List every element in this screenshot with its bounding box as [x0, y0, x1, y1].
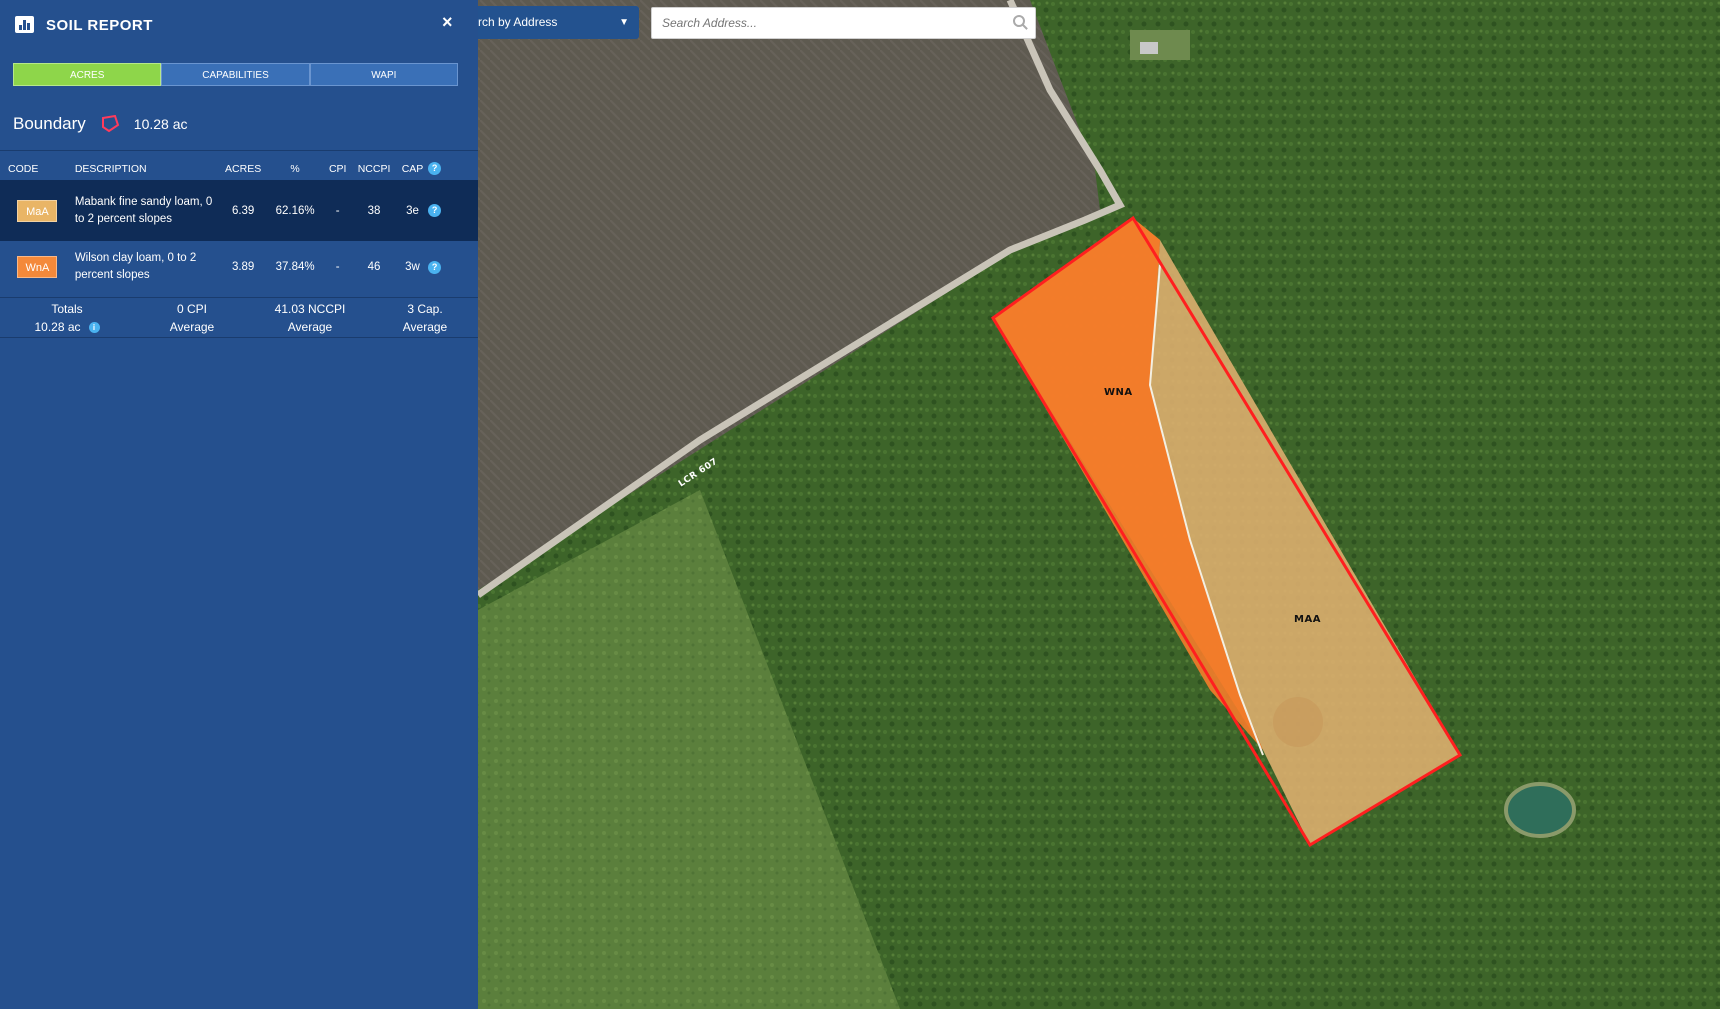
totals-cap: 3 Cap.: [407, 302, 443, 316]
search-icon[interactable]: [1013, 15, 1025, 27]
boundary-label: Boundary: [13, 114, 86, 133]
soil-cap: 3w: [405, 261, 420, 273]
soil-nccpi: 38: [367, 204, 381, 217]
header-cpi: CPI: [328, 162, 347, 175]
divider: [0, 337, 478, 338]
map-label-wna: WNA: [1104, 387, 1133, 398]
totals-nccpi: 41.03 NCCPI: [274, 302, 346, 316]
divider: [0, 150, 478, 151]
totals-cpi-sub: Average: [169, 320, 215, 334]
totals-acres: 10.28 ac: [34, 320, 81, 334]
totals-nccpi-sub: Average: [287, 320, 333, 334]
map-label-maa: MAA: [1294, 614, 1321, 625]
totals-cpi: 0 CPI: [176, 302, 207, 316]
search-input-box[interactable]: [651, 7, 1036, 39]
soil-code-badge: MaA: [17, 199, 58, 222]
soil-report-panel: SOIL REPORT × ACRES CAPABILITIES WAPI Bo…: [0, 0, 478, 1009]
help-icon[interactable]: ?: [428, 260, 442, 274]
bar-chart-icon: [15, 16, 34, 33]
tab-acres[interactable]: ACRES: [13, 63, 162, 86]
soil-percent: 62.16%: [275, 204, 315, 217]
totals-acres-cell: 10.28 ac i: [0, 318, 134, 336]
boundary-area: 10.28 ac: [133, 116, 188, 132]
tab-wapi[interactable]: WAPI: [309, 63, 458, 86]
soil-nccpi: 46: [367, 261, 381, 273]
totals-label: Totals: [51, 302, 83, 316]
soil-table: CODE DESCRIPTION ACRES % CPI NCCPI CAP ?…: [0, 157, 478, 293]
search-type-label: rch by Address: [478, 15, 558, 29]
soil-cap: 3e: [406, 204, 419, 217]
soil-description: Mabank fine sandy loam, 0 to 2 percent s…: [74, 195, 213, 225]
soil-acres: 6.39: [231, 204, 255, 217]
panel-title: SOIL REPORT: [46, 17, 153, 34]
totals-row: Totals 10.28 ac i 0 CPI Average 41.03 NCC…: [0, 298, 478, 338]
soil-percent: 37.84%: [275, 261, 315, 273]
totals-cap-sub: Average: [402, 320, 448, 334]
search-input[interactable]: [660, 8, 1004, 38]
close-icon[interactable]: ×: [442, 12, 453, 33]
help-icon[interactable]: ?: [428, 204, 442, 217]
info-icon[interactable]: i: [88, 322, 100, 334]
table-row[interactable]: WnA Wilson clay loam, 0 to 2 percent slo…: [0, 241, 478, 293]
report-tabs: ACRES CAPABILITIES WAPI: [13, 63, 458, 86]
soil-acres: 3.89: [231, 261, 255, 273]
header-cap: CAP: [401, 162, 424, 175]
header-nccpi: NCCPI: [357, 162, 391, 175]
boundary-polygon-icon: [101, 115, 119, 133]
soil-code-badge: WnA: [17, 256, 58, 278]
header-description: DESCRIPTION: [74, 162, 147, 175]
panel-header: SOIL REPORT ×: [0, 0, 478, 50]
search-type-dropdown[interactable]: rch by Address ▼: [478, 6, 639, 39]
header-code: CODE: [8, 162, 39, 175]
header-cap-help[interactable]: ?: [428, 157, 478, 180]
boundary-summary: Boundary 10.28 ac: [13, 113, 188, 135]
soil-cpi: -: [335, 204, 340, 217]
tab-capabilities[interactable]: CAPABILITIES: [161, 63, 310, 86]
header-percent: %: [290, 162, 300, 175]
soil-description: Wilson clay loam, 0 to 2 percent slopes: [74, 252, 197, 281]
header-acres: ACRES: [225, 162, 262, 175]
table-row[interactable]: MaA Mabank fine sandy loam, 0 to 2 perce…: [0, 180, 478, 241]
chevron-down-icon: ▼: [619, 17, 629, 28]
soil-cpi: -: [335, 261, 340, 273]
help-icon: ?: [428, 162, 442, 175]
